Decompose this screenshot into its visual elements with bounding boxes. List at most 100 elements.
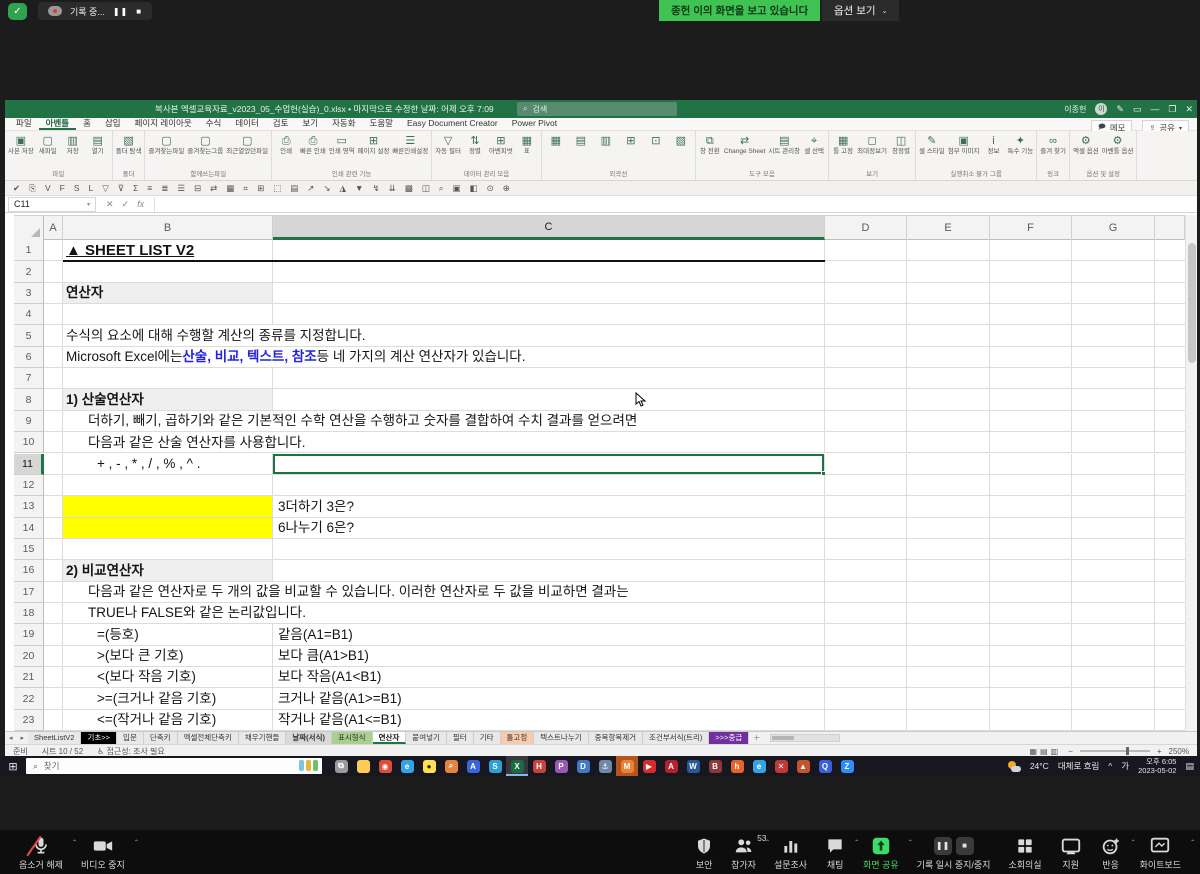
cell-D3[interactable] [825,283,907,304]
qat-icon[interactable]: ▤ [290,183,298,194]
cell-A9[interactable] [44,411,63,432]
ribbon-button[interactable]: ▢최근열었던파일 [226,135,268,155]
cell-D6[interactable] [825,347,907,368]
cell-F5[interactable] [990,325,1072,346]
cell-D14[interactable] [825,518,907,539]
ribbon-button[interactable]: ▦표 [516,135,538,155]
cell-F20[interactable] [990,646,1072,667]
cell-H18[interactable] [1155,603,1185,624]
cell-F8[interactable] [990,389,1072,410]
qat-icon[interactable]: ☰ [177,183,185,194]
cell-G20[interactable] [1072,646,1155,667]
cell-A3[interactable] [44,283,63,304]
row-header-16[interactable]: 16 [14,560,44,581]
cell-D11[interactable] [825,454,907,475]
row-header-6[interactable]: 6 [14,347,44,368]
qat-icon[interactable]: ⊙ [487,183,494,194]
cell-D8[interactable] [825,389,907,410]
cell-B20[interactable]: >(보다 큰 기호) [63,646,273,667]
view-mode-icon[interactable]: ▦ [1030,747,1038,756]
cell-G5[interactable] [1072,325,1155,346]
sheet-tab->>>중급[interactable]: >>>중급 [709,732,749,744]
qat-icon[interactable]: ▼ [355,183,363,193]
ribbon-tab-삽입[interactable]: 삽입 [98,117,128,130]
select-all-corner[interactable] [14,216,44,240]
cell-E16[interactable] [907,560,990,581]
hancom-icon[interactable]: H [528,756,550,776]
cell-H6[interactable] [1155,347,1185,368]
cell-H8[interactable] [1155,389,1185,410]
cell-D9[interactable] [825,411,907,432]
cell-C7[interactable] [273,368,825,389]
row-header-3[interactable]: 3 [14,283,44,304]
cell-A10[interactable] [44,432,63,453]
cell-A21[interactable] [44,667,63,688]
cell-H10[interactable] [1155,432,1185,453]
cell-F4[interactable] [990,304,1072,325]
row-header-17[interactable]: 17 [14,582,44,603]
column-header-B[interactable]: B [63,216,273,240]
cell-E10[interactable] [907,432,990,453]
cell-G7[interactable] [1072,368,1155,389]
ribbon-tab-홈[interactable]: 홈 [76,117,98,130]
pause-recording-icon[interactable]: ❚❚ [934,837,952,855]
row-header-21[interactable]: 21 [14,667,44,688]
sheet-nav-right-icon[interactable]: ▸ [17,734,29,742]
column-header-F[interactable]: F [990,216,1072,240]
cell-B10[interactable]: 다음과 같은 산술 연산자를 사용합니다. [63,432,825,453]
cell-A6[interactable] [44,347,63,368]
mic-app-icon[interactable]: M [616,756,638,776]
cell-A5[interactable] [44,325,63,346]
ribbon-button[interactable]: ☰빠른인쇄설정 [392,135,428,155]
stop-recording-button[interactable]: ■ [136,7,142,16]
row-header-22[interactable]: 22 [14,688,44,709]
cell-F2[interactable] [990,261,1072,282]
sheet-tab-틀고정[interactable]: 틀고정 [501,732,535,744]
cell-H3[interactable] [1155,283,1185,304]
cell-G9[interactable] [1072,411,1155,432]
cell-C4[interactable] [273,304,825,325]
cell-D16[interactable] [825,560,907,581]
cell-B23[interactable]: <=(작거나 같음 기호) [63,710,273,731]
ribbon-button[interactable]: ⇅정렬 [464,135,486,155]
vlc-icon[interactable]: ▲ [792,756,814,776]
ribbon-button[interactable]: ⊞페이지 설정 [358,135,390,155]
pause-recording-button[interactable]: ❚❚ [113,7,128,16]
row-header-12[interactable]: 12 [14,475,44,496]
qat-icon[interactable]: ⬚ [273,183,281,194]
weather-desc[interactable]: 대체로 흐림 [1058,760,1099,772]
cell-F23[interactable] [990,710,1072,731]
ime-indicator[interactable]: 가 [1121,760,1129,772]
minimize-button[interactable]: — [1150,104,1159,114]
cell-H11[interactable] [1155,454,1185,475]
sheet-tab-조건부서식(트리)[interactable]: 조건부서식(트리) [643,732,709,744]
cell-F6[interactable] [990,347,1072,368]
cell-A7[interactable] [44,368,63,389]
row-header-19[interactable]: 19 [14,624,44,645]
cell-B19[interactable]: =(등호) [63,624,273,645]
ribbon-button[interactable]: ▣사본 저장 [8,135,34,155]
qat-icon[interactable]: ⊕ [503,183,510,194]
cell-H5[interactable] [1155,325,1185,346]
zoom-지원[interactable]: 지원 [1051,835,1091,870]
row-header-2[interactable]: 2 [14,261,44,282]
cell-F14[interactable] [990,518,1072,539]
weather-temp[interactable]: 24°C [1030,761,1049,771]
avatar[interactable]: 이 [1095,103,1107,115]
row-header-7[interactable]: 7 [14,368,44,389]
row-header-18[interactable]: 18 [14,603,44,624]
cell-G4[interactable] [1072,304,1155,325]
cell-C21[interactable]: 보다 작음(A1<B1) [273,667,825,688]
sheet-tab-채우기핸들[interactable]: 채우기핸들 [239,732,287,744]
cell-G19[interactable] [1072,624,1155,645]
formula-input[interactable] [154,197,1197,212]
cell-G1[interactable] [1072,240,1155,261]
cell-G17[interactable] [1072,582,1155,603]
cell-H20[interactable] [1155,646,1185,667]
ie-icon[interactable]: e [748,756,770,776]
cell-G2[interactable] [1072,261,1155,282]
ribbon-button[interactable]: ▦틀 고정 [832,135,854,155]
cell-D13[interactable] [825,496,907,517]
qat-icon[interactable]: ◧ [470,183,478,194]
ribbon-tab-도움말[interactable]: 도움말 [363,117,400,130]
